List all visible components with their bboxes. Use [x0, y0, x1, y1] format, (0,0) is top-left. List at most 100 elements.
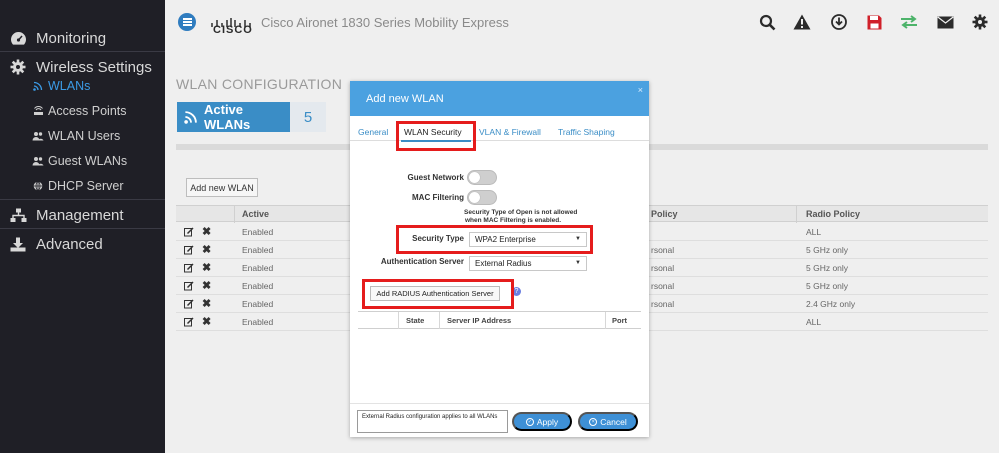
tab-traffic-shaping[interactable]: Traffic Shaping	[558, 127, 615, 137]
edit-icon[interactable]	[184, 317, 194, 327]
page-title: WLAN CONFIGURATION	[176, 76, 343, 92]
add-new-wlan-button[interactable]: Add new WLAN	[186, 178, 258, 197]
users-icon	[32, 130, 44, 142]
mac-filtering-label: MAC Filtering	[412, 193, 464, 202]
delete-icon[interactable]: ✖	[202, 225, 211, 238]
sidebar-item-guest-wlans[interactable]: Guest WLANs	[32, 151, 127, 171]
active-cell: Enabled	[242, 263, 274, 273]
sidebar-item-label: DHCP Server	[48, 179, 124, 193]
column-header-radio-policy: Radio Policy	[806, 209, 861, 219]
delete-icon[interactable]: ✖	[202, 243, 211, 256]
tab-general[interactable]: General	[358, 127, 388, 137]
authentication-server-label: Authentication Server	[380, 257, 464, 266]
delete-icon[interactable]: ✖	[202, 315, 211, 328]
network-icon	[9, 206, 27, 224]
guest-network-toggle[interactable]	[467, 170, 497, 185]
column-header-server-ip: Server IP Address	[447, 316, 512, 325]
edit-icon[interactable]	[184, 299, 194, 309]
active-wlans-label: Active WLANs	[204, 102, 251, 132]
close-icon[interactable]: ×	[638, 85, 643, 95]
sidebar-item-label: Advanced	[36, 235, 103, 253]
sidebar-item-label: Monitoring	[36, 29, 107, 47]
active-cell: Enabled	[242, 245, 274, 255]
sidebar-item-label: Management	[36, 206, 124, 224]
app-title: Cisco Aironet 1830 Series Mobility Expre…	[261, 15, 509, 30]
mac-filtering-note: Security Type of Open is not allowed whe…	[464, 209, 578, 224]
policy-cell: rsonal	[651, 263, 675, 273]
divider	[0, 51, 165, 52]
sidebar: Monitoring Wireless Settings WLANs Acces…	[0, 0, 165, 453]
top-bar: CISCO Cisco Aironet 1830 Series Mobility…	[165, 0, 999, 44]
gear-icon[interactable]	[970, 12, 990, 32]
wifi-icon	[184, 110, 198, 124]
transfer-icon[interactable]	[899, 12, 919, 32]
cancel-button[interactable]: × Cancel	[578, 412, 638, 431]
download-icon[interactable]	[829, 12, 849, 32]
radio-policy-cell: ALL	[806, 227, 822, 237]
edit-icon[interactable]	[184, 245, 194, 255]
check-icon: ✓	[525, 417, 534, 426]
sidebar-item-advanced[interactable]: Advanced	[0, 231, 165, 257]
authentication-server-select[interactable]: External Radius ▼	[469, 256, 587, 271]
active-cell: Enabled	[242, 299, 274, 309]
brand-name: CISCO	[213, 24, 253, 36]
sidebar-item-monitoring[interactable]: Monitoring	[0, 25, 165, 51]
active-cell: Enabled	[242, 227, 274, 237]
active-wlans-count: 5	[290, 102, 326, 132]
sidebar-item-label: Guest WLANs	[48, 154, 128, 168]
sidebar-item-dhcp-server[interactable]: DHCP Server	[32, 176, 123, 196]
delete-icon[interactable]: ✖	[202, 261, 211, 274]
radio-policy-cell: 5 GHz only	[806, 263, 849, 273]
radio-policy-cell: 2.4 GHz only	[806, 299, 856, 309]
column-header-active: Active	[242, 209, 270, 219]
edit-icon[interactable]	[184, 281, 194, 291]
search-icon[interactable]	[757, 12, 777, 32]
divider	[0, 228, 165, 229]
highlight-security-type	[396, 225, 593, 254]
download-icon	[9, 235, 27, 253]
tab-vlan-firewall[interactable]: VLAN & Firewall	[479, 127, 541, 137]
policy-cell: rsonal	[651, 245, 675, 255]
sidebar-item-label: Access Points	[48, 104, 127, 118]
delete-icon[interactable]: ✖	[202, 297, 211, 310]
highlight-add-radius-server	[362, 279, 514, 309]
active-cell: Enabled	[242, 317, 274, 327]
divider	[350, 140, 649, 141]
sidebar-item-label: WLAN Users	[48, 129, 121, 143]
caret-down-icon: ▼	[575, 260, 581, 266]
add-wlan-dialog: Add new WLAN × General WLAN Security VLA…	[350, 81, 649, 437]
access-point-icon	[32, 105, 44, 117]
radio-policy-cell: 5 GHz only	[806, 245, 849, 255]
dialog-header: Add new WLAN ×	[350, 81, 649, 116]
column-header-policy: Policy	[651, 209, 678, 219]
radio-policy-cell: ALL	[806, 317, 822, 327]
globe-icon	[32, 180, 44, 192]
footer-note: External Radius configuration applies to…	[357, 410, 508, 433]
warning-icon[interactable]	[792, 12, 812, 32]
sidebar-item-label: Wireless Settings	[36, 58, 152, 76]
delete-icon[interactable]: ✖	[202, 279, 211, 292]
sidebar-item-label: WLANs	[48, 79, 91, 93]
sidebar-item-wlan-users[interactable]: WLAN Users	[32, 126, 120, 146]
menu-icon[interactable]	[178, 13, 196, 31]
highlight-wlan-security-tab	[396, 121, 476, 151]
policy-cell: rsonal	[651, 281, 675, 291]
apply-button[interactable]: ✓ Apply	[512, 412, 572, 431]
dialog-title: Add new WLAN	[366, 92, 444, 105]
save-icon[interactable]	[864, 12, 884, 32]
sidebar-item-wlans[interactable]: WLANs	[32, 76, 90, 96]
divider	[0, 199, 165, 200]
cancel-icon: ×	[589, 417, 598, 426]
users-icon	[32, 155, 44, 167]
mail-icon[interactable]	[935, 12, 955, 32]
edit-icon[interactable]	[184, 227, 194, 237]
column-header-port: Port	[612, 316, 627, 325]
sidebar-item-management[interactable]: Management	[0, 202, 165, 228]
column-header-state: State	[406, 316, 425, 325]
active-cell: Enabled	[242, 281, 274, 291]
radio-policy-cell: 5 GHz only	[806, 281, 849, 291]
sidebar-item-access-points[interactable]: Access Points	[32, 101, 127, 121]
wifi-icon	[32, 80, 44, 92]
edit-icon[interactable]	[184, 263, 194, 273]
mac-filtering-toggle[interactable]	[467, 190, 497, 205]
